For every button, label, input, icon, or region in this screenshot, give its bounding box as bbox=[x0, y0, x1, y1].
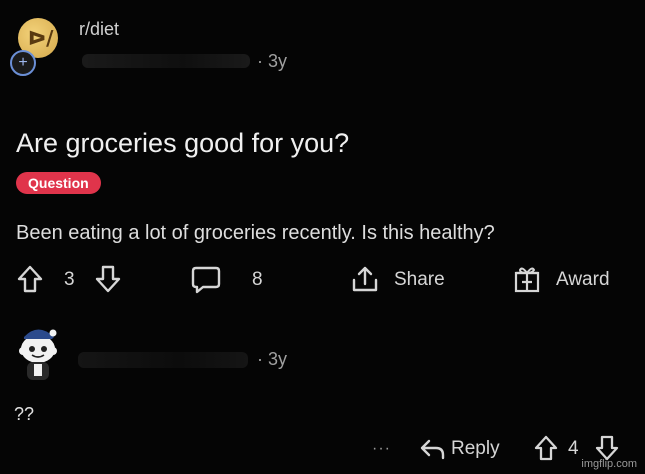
post-vote-count: 3 bbox=[64, 269, 75, 290]
author-name-blurred bbox=[82, 54, 250, 68]
comment-body: ?? bbox=[14, 404, 35, 424]
post-action-bar: 3 8 Share Award bbox=[0, 264, 645, 298]
reply-label: Reply bbox=[451, 438, 500, 459]
award-label: Award bbox=[556, 269, 610, 290]
post-title[interactable]: Are groceries good for you? bbox=[16, 128, 349, 159]
reply-icon bbox=[418, 436, 446, 462]
imgflip-watermark: imgflip.com bbox=[581, 458, 637, 470]
post-body: Been eating a lot of groceries recently.… bbox=[16, 222, 495, 244]
post-age: · 3y bbox=[257, 51, 288, 71]
comment-age: · 3y bbox=[257, 349, 288, 369]
gift-icon bbox=[512, 264, 542, 294]
share-label: Share bbox=[394, 269, 445, 290]
more-options-icon[interactable]: ··· bbox=[372, 440, 391, 458]
share-icon bbox=[350, 264, 380, 294]
downvote-icon[interactable] bbox=[94, 264, 122, 294]
comment-count: 8 bbox=[252, 269, 263, 290]
commenter-name-blurred bbox=[78, 352, 248, 368]
upvote-icon[interactable] bbox=[16, 264, 44, 294]
snoo-avatar[interactable] bbox=[12, 324, 64, 384]
subreddit-logo: ᐅ/ bbox=[28, 26, 54, 50]
comment-icon[interactable] bbox=[190, 265, 222, 295]
comment-vote-count: 4 bbox=[568, 438, 579, 459]
comment-upvote-icon[interactable] bbox=[533, 434, 559, 462]
join-plus-icon[interactable]: + bbox=[10, 50, 36, 76]
post-flair[interactable]: Question bbox=[16, 172, 101, 194]
comment-action-bar: ··· Reply 4 bbox=[0, 434, 645, 466]
subreddit-name[interactable]: r/diet bbox=[79, 19, 119, 40]
